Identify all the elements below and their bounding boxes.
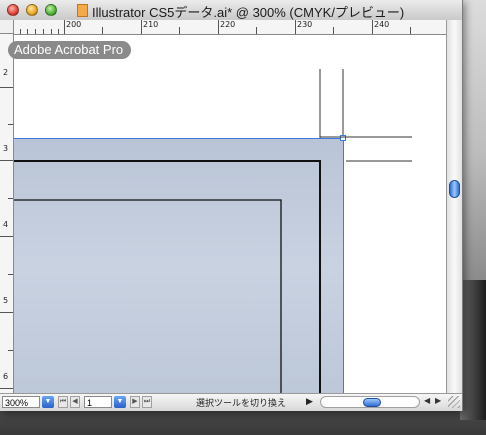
ruler-tick <box>35 29 36 34</box>
artboard-canvas[interactable] <box>14 35 446 393</box>
ruler-origin[interactable] <box>0 20 14 34</box>
next-page-icon[interactable]: ▶ <box>130 396 140 408</box>
ruler-tick <box>102 27 103 34</box>
vertical-scroll-thumb[interactable] <box>449 180 460 198</box>
status-menu-arrow-icon[interactable]: ▶ <box>306 396 313 407</box>
ruler-tick <box>141 20 142 34</box>
ruler-label: 200 <box>66 20 82 29</box>
horizontal-ruler[interactable]: 200 210 220 230 240 <box>14 20 446 35</box>
ruler-label: 3 <box>3 144 9 153</box>
chevron-down-icon[interactable]: ▼ <box>42 396 54 408</box>
ruler-tick <box>0 388 13 389</box>
desktop-wallpaper-rock <box>460 280 486 420</box>
chevron-down-icon[interactable]: ▼ <box>114 396 126 408</box>
ruler-tick <box>0 160 13 161</box>
ruler-tick <box>333 27 334 34</box>
ruler-tick <box>295 20 296 34</box>
ruler-label: 2 <box>3 68 9 77</box>
title-bar[interactable]: Illustrator CS5データ.ai* @ 300% (CMYK/プレビュ… <box>0 0 462 21</box>
ruler-tick <box>43 29 44 34</box>
vertical-scrollbar[interactable] <box>446 20 462 393</box>
scroll-left-icon[interactable]: ◀ <box>424 396 430 405</box>
ruler-tick <box>0 312 13 313</box>
ruler-tick <box>0 87 13 88</box>
ruler-label: 240 <box>374 20 390 29</box>
ruler-tick <box>218 20 219 34</box>
ruler-tick <box>64 20 65 34</box>
page-number-field[interactable]: 1 <box>84 396 112 408</box>
horizontal-scrollbar[interactable] <box>320 396 420 408</box>
artboard-shape[interactable] <box>14 138 344 393</box>
first-page-icon[interactable]: ⏮ <box>58 396 68 408</box>
acrobat-badge: Adobe Acrobat Pro <box>8 41 132 59</box>
ruler-tick <box>179 27 180 34</box>
tool-status-text: 選択ツールを切り換え <box>196 398 287 408</box>
vertical-ruler[interactable]: 2 3 4 5 6 <box>0 34 14 393</box>
ruler-tick <box>58 29 59 34</box>
ruler-label: 220 <box>220 20 236 29</box>
ruler-label: 230 <box>297 20 313 29</box>
selection-handle[interactable] <box>340 135 346 141</box>
status-bar: 300% ▼ ⏮ ◀ 1 ▼ ▶ ⏭ 選択ツールを切り換え ▶ ◀ ▶ <box>0 393 462 411</box>
ruler-tick <box>0 236 13 237</box>
ruler-tick <box>256 27 257 34</box>
window-title: Illustrator CS5データ.ai* @ 300% (CMYK/プレビュ… <box>92 5 405 20</box>
zoom-icon[interactable] <box>45 4 57 16</box>
resize-grip-icon[interactable] <box>448 396 460 408</box>
close-icon[interactable] <box>7 4 19 16</box>
last-page-icon[interactable]: ⏭ <box>142 396 152 408</box>
prev-page-icon[interactable]: ◀ <box>70 396 80 408</box>
ruler-label: 210 <box>143 20 159 29</box>
horizontal-scroll-thumb[interactable] <box>363 398 381 407</box>
ruler-label: 5 <box>3 296 9 305</box>
ruler-label: 6 <box>3 372 9 381</box>
zoom-field[interactable]: 300% <box>2 396 40 408</box>
ruler-tick <box>372 20 373 34</box>
ruler-tick <box>51 29 52 34</box>
artwork <box>14 69 412 393</box>
ruler-tick <box>410 27 411 34</box>
ruler-tick <box>27 29 28 34</box>
ruler-tick <box>20 29 21 34</box>
ruler-label: 4 <box>3 220 9 229</box>
illustrator-document-window: Illustrator CS5データ.ai* @ 300% (CMYK/プレビュ… <box>0 0 463 411</box>
minimize-icon[interactable] <box>26 4 38 16</box>
document-icon[interactable] <box>77 4 88 17</box>
scroll-right-icon[interactable]: ▶ <box>435 396 441 405</box>
